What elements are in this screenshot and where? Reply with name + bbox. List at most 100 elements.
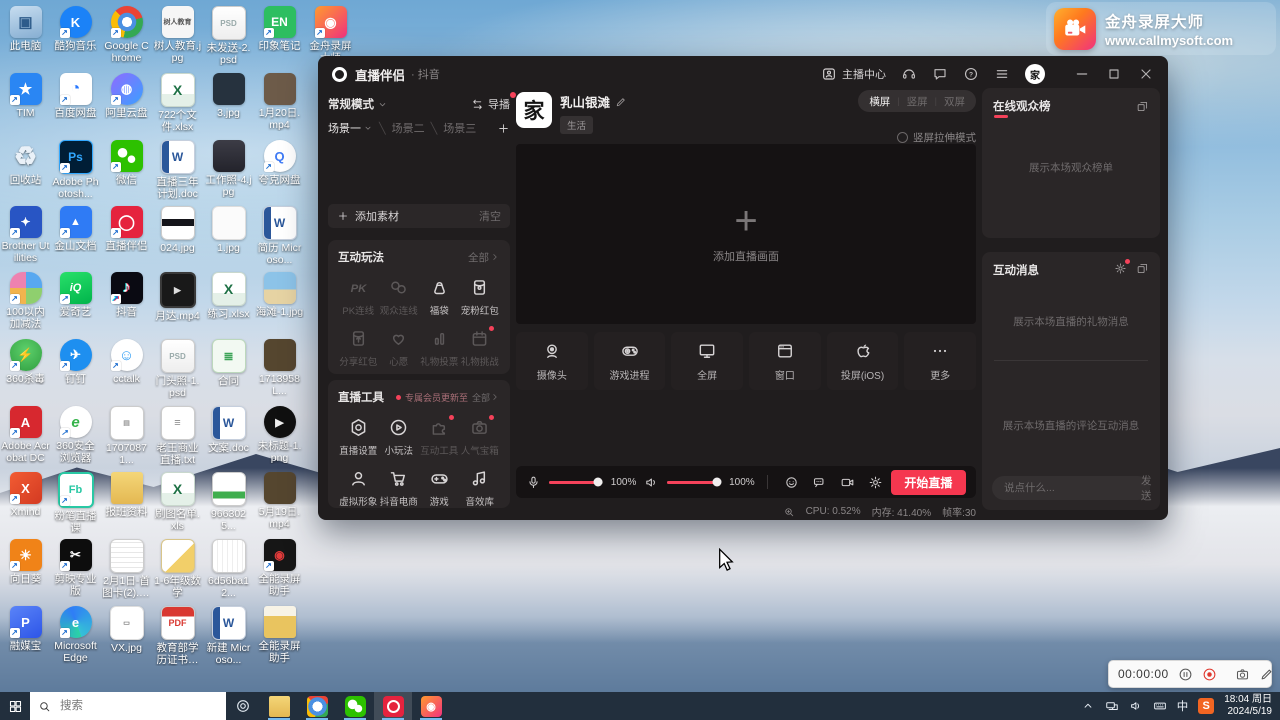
desktop-icon-browser-360[interactable]: e360安全浏览器 <box>51 406 100 464</box>
desktop-icon-file-yellow[interactable]: 1-6年级数学 <box>153 539 202 599</box>
desktop-icon-fenbi[interactable]: Fb粉笔直播课 <box>51 472 100 534</box>
display-tray-icon[interactable] <box>1105 699 1119 713</box>
headset-icon[interactable] <box>901 66 917 82</box>
desktop-icon-live-companion[interactable]: ◯直播伴侣 <box>102 206 151 252</box>
minimize-button[interactable] <box>1074 66 1090 82</box>
orientation-双屏[interactable]: 双屏 <box>944 94 965 109</box>
desktop-icon-video-tan[interactable]: 1月20日.mp4 <box>255 73 304 131</box>
feature-心愿[interactable]: 心愿 <box>379 328 420 368</box>
record-button[interactable] <box>1202 667 1217 682</box>
source-更多[interactable]: 更多 <box>904 332 976 390</box>
popout-icon[interactable] <box>1136 262 1149 275</box>
taskbar-app-jinzhou-recorder[interactable]: ◉ <box>412 692 450 720</box>
clock[interactable]: 18:04 周日 2024/5/19 <box>1224 694 1272 718</box>
desktop-icon-img-greenbar[interactable]: 9663025... <box>204 472 253 532</box>
feedback-chat-icon[interactable] <box>932 66 948 82</box>
close-button[interactable] <box>1138 66 1154 82</box>
menu-icon[interactable] <box>994 66 1010 82</box>
desktop-icon-iqiyi[interactable]: iQ爱奇艺 <box>51 272 100 318</box>
feature-观众连线[interactable]: 观众连线 <box>379 277 420 317</box>
feature-礼物投票[interactable]: 礼物投票 <box>419 328 460 368</box>
desktop-icon-img-vx[interactable]: ▭VX.jpg <box>102 606 151 654</box>
desktop-icon-edge[interactable]: eMicrosoft Edge <box>51 606 100 664</box>
popout-icon[interactable] <box>1136 100 1149 113</box>
desktop-icon-img-phone[interactable]: 工作照-4.jpg <box>204 140 253 198</box>
feature-福袋[interactable]: 福袋 <box>419 277 460 317</box>
desktop-icon-img-white[interactable]: 1.jpg <box>204 206 253 254</box>
desktop-icon-word[interactable]: W新建 Microso... <box>204 606 253 666</box>
director-button[interactable]: 导播 <box>471 96 510 112</box>
orientation-竖屏[interactable]: 竖屏 <box>907 94 928 109</box>
messages-settings-icon[interactable] <box>1114 262 1127 275</box>
start-button[interactable] <box>0 692 30 720</box>
help-icon[interactable]: ? <box>963 66 979 82</box>
desktop-icon-flower[interactable]: 100以内加减法 <box>1 272 50 330</box>
volume-tray-icon[interactable] <box>1129 699 1143 713</box>
desktop-icon-excel[interactable]: X722个文件.xlsx <box>153 73 202 133</box>
desktop-icon-word[interactable]: W文案.doc <box>204 406 253 454</box>
desktop-icon-img-card[interactable]: 树人教育树人教育.jpg <box>153 6 202 64</box>
desktop-icon-excel[interactable]: X刷图名单.xls <box>153 472 202 532</box>
desktop-icon-photoshop[interactable]: PsAdobe Photosh... <box>51 140 100 200</box>
add-material-bar[interactable]: 添加素材 清空 <box>328 204 510 228</box>
taskbar-app-chrome[interactable] <box>298 692 336 720</box>
add-scene-button[interactable] <box>497 122 510 135</box>
desktop-icon-word[interactable]: W简历 Microso... <box>255 206 304 266</box>
taskbar-app-live-companion[interactable] <box>374 692 412 720</box>
source-全屏[interactable]: 全屏 <box>671 332 743 390</box>
desktop-icon-brother[interactable]: ✦Brother Utilities <box>1 206 50 264</box>
scene-tab-3[interactable]: 场景三 <box>443 120 476 136</box>
send-button[interactable]: 发送 <box>1141 473 1152 503</box>
sogou-ime-icon[interactable]: S <box>1198 698 1214 714</box>
desktop-icon-shield-360[interactable]: ⚡360杀毒 <box>1 339 50 385</box>
annotate-button[interactable] <box>1259 667 1274 682</box>
desktop-icon-pc[interactable]: ▣此电脑 <box>1 6 50 52</box>
desktop-icon-baidu-pan[interactable]: ◔百度网盘 <box>51 73 100 119</box>
desktop-icon-wechat[interactable]: 微信 <box>102 140 151 186</box>
comment-input[interactable] <box>1002 481 1141 495</box>
live-preview-area[interactable]: + 添加直播画面 <box>516 144 976 324</box>
desktop-icon-file-psd[interactable]: PSD门头照-1.psd <box>153 339 202 399</box>
desktop-icon-docs-blue[interactable]: ▲金山文档 <box>51 206 100 252</box>
desktop-icon-beach[interactable]: 海滩-1.jpg <box>255 272 304 318</box>
user-avatar[interactable]: 家 <box>1025 64 1045 84</box>
desktop-icon-dingtalk[interactable]: ✈钉钉 <box>51 339 100 385</box>
desktop-icon-quark[interactable]: Q夸克网盘 <box>255 140 304 186</box>
desktop-icon-evernote[interactable]: EN印象笔记 <box>255 6 304 52</box>
feature-宠粉红包[interactable]: 宠粉红包 <box>460 277 501 317</box>
feature-礼物挑战[interactable]: 礼物挑战 <box>460 328 501 368</box>
feature-小玩法[interactable]: 小玩法 <box>379 417 420 457</box>
feature-虚拟形象[interactable]: 虚拟形象 <box>338 468 379 508</box>
feature-分享红包[interactable]: 分享红包 <box>338 328 379 368</box>
mode-selector[interactable]: 常规模式 <box>328 96 388 112</box>
source-摄像头[interactable]: 摄像头 <box>516 332 588 390</box>
desktop-icon-folder[interactable]: 报班资料 <box>102 472 151 518</box>
desktop-icon-rec-black[interactable]: ◉全能录屏助手 <box>255 539 304 597</box>
desktop-icon-douyin[interactable]: ♪抖音 <box>102 272 151 318</box>
camera-icon[interactable] <box>840 475 855 490</box>
desktop-icon-acrobat[interactable]: AAdobe Acrobat DC <box>1 406 50 464</box>
desktop-icon-img-darktan[interactable]: 5月19日.mp4 <box>255 472 304 530</box>
mic-volume-slider[interactable] <box>549 481 603 484</box>
tray-expand-icon[interactable] <box>1081 699 1095 713</box>
feature-直播设置[interactable]: 直播设置 <box>338 417 379 457</box>
desktop-icon-file-grid[interactable]: 6d56ba12... <box>204 539 253 599</box>
desktop-icon-txt[interactable]: ≡老王商业直播.txt <box>153 406 202 466</box>
interactive-all-button[interactable]: 全部 <box>468 250 500 265</box>
touch-keyboard-icon[interactable] <box>1153 699 1167 713</box>
desktop-icon-img-bar[interactable]: 024.jpg <box>153 206 202 254</box>
scene-tab-2[interactable]: 场景二 <box>392 120 425 136</box>
pause-button[interactable] <box>1178 667 1193 682</box>
feature-游戏[interactable]: 游戏 <box>419 468 460 508</box>
desktop-icon-excel[interactable]: X练习.xlsx <box>204 272 253 320</box>
desktop-icon-img-darktan[interactable]: 1713958L... <box>255 339 304 397</box>
desktop-icon-folder-full[interactable]: 全能录屏助手 <box>255 606 304 664</box>
speaker-volume-slider[interactable] <box>667 481 721 484</box>
mic-icon[interactable] <box>526 475 541 490</box>
tools-all-button[interactable]: 全部 <box>472 391 500 404</box>
desktop-icon-rongmeibao[interactable]: P融媒宝 <box>1 606 50 652</box>
feature-PK连线[interactable]: PKPK连线 <box>338 277 379 317</box>
desktop-icon-recycle-bin[interactable]: ♻回收站 <box>1 140 50 186</box>
search-input[interactable] <box>58 699 218 713</box>
clear-button[interactable]: 清空 <box>479 208 501 224</box>
